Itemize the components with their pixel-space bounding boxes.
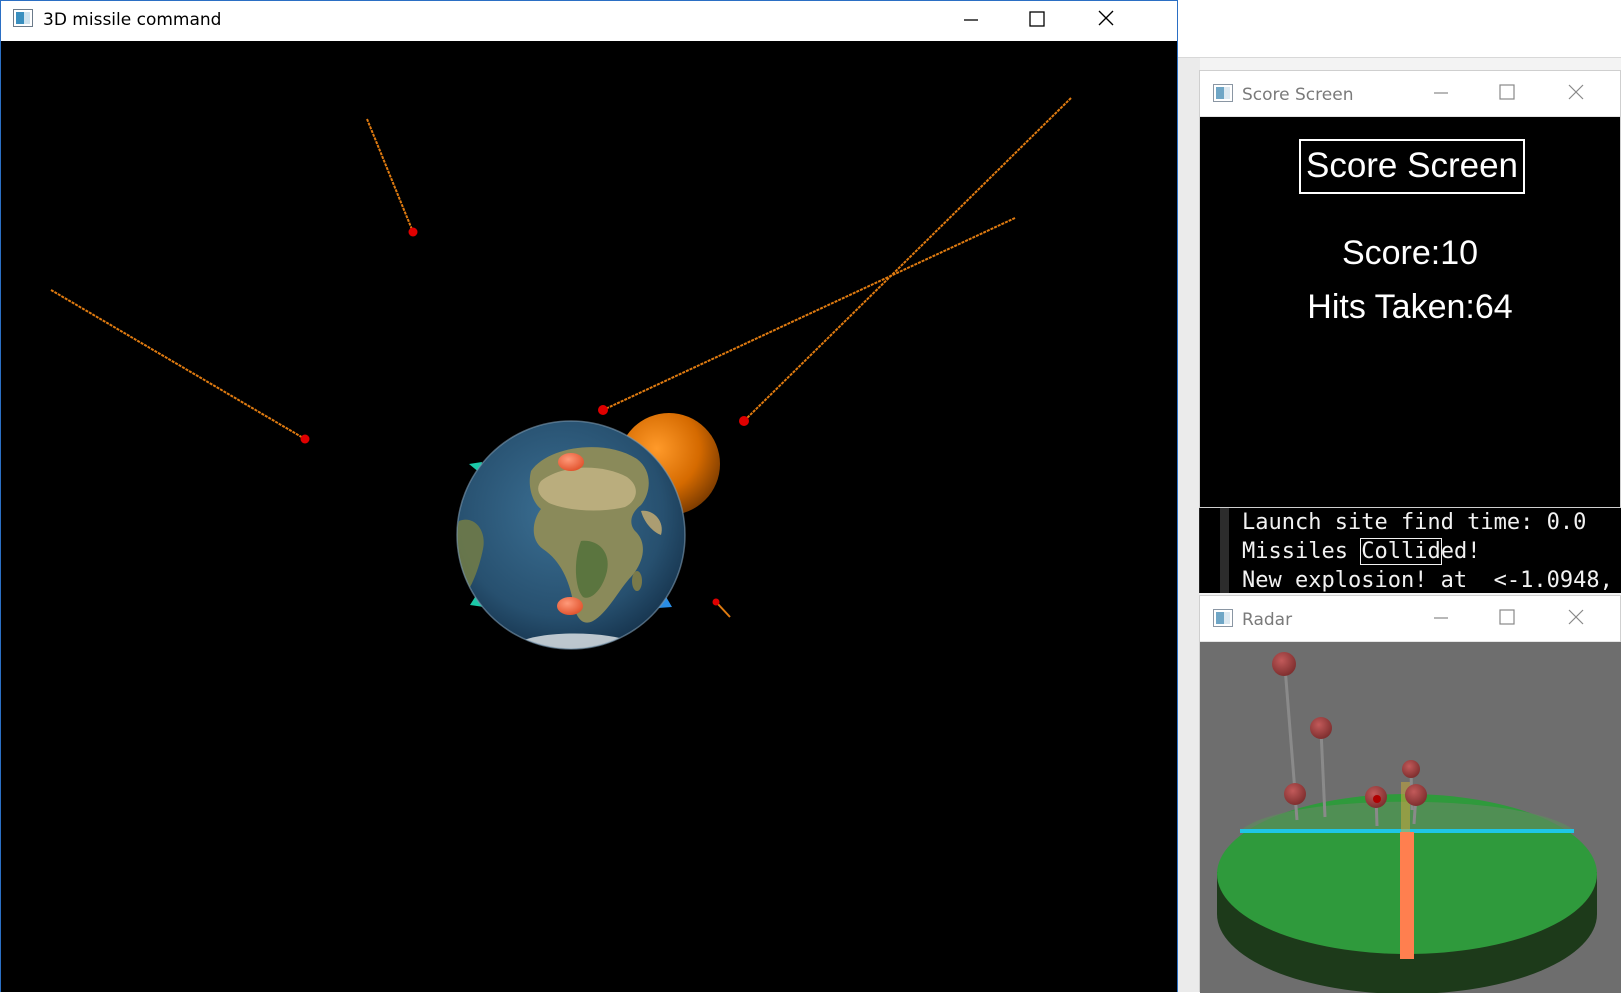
missile-warhead bbox=[598, 405, 608, 415]
missile-warhead bbox=[739, 416, 749, 426]
maximize-icon[interactable] bbox=[1028, 10, 1046, 28]
app-window-icon bbox=[1213, 609, 1233, 627]
console-line: Launch site find time: 0.0 bbox=[1242, 510, 1587, 535]
missile-trail bbox=[50, 289, 306, 440]
game-viewport[interactable] bbox=[1, 41, 1177, 992]
score-screen-heading: Score Screen bbox=[1299, 139, 1525, 194]
console-output: Launch site find time: 0.0 Missiles Colli… bbox=[1199, 508, 1621, 593]
console-scroll-gutter bbox=[1220, 508, 1229, 593]
console-lines: Launch site find time: 0.0 Missiles Colli… bbox=[1242, 508, 1613, 595]
maximize-icon[interactable] bbox=[1498, 608, 1516, 626]
app-window-icon bbox=[13, 9, 33, 27]
radar-window: Radar bbox=[1199, 595, 1621, 994]
missile-warhead bbox=[712, 598, 720, 606]
radar-sweep-beam bbox=[1400, 832, 1414, 959]
background-gutter bbox=[1178, 58, 1200, 992]
radar-window-title: Radar bbox=[1242, 610, 1293, 630]
target-blob bbox=[557, 597, 583, 615]
minimize-icon[interactable] bbox=[1432, 609, 1450, 627]
close-icon[interactable] bbox=[1097, 9, 1115, 27]
console-selected-text: Collid bbox=[1360, 538, 1442, 565]
maximize-icon[interactable] bbox=[1498, 83, 1516, 101]
app-window-icon bbox=[1213, 84, 1233, 102]
score-window-title: Score Screen bbox=[1242, 85, 1354, 105]
missile-trail bbox=[716, 602, 731, 618]
minimize-icon[interactable] bbox=[1432, 84, 1450, 102]
close-icon[interactable] bbox=[1567, 608, 1585, 626]
score-value: Score:10 bbox=[1341, 234, 1479, 272]
hits-taken-value: Hits Taken:64 bbox=[1307, 288, 1513, 326]
missile-warhead bbox=[408, 227, 418, 237]
console-line: Missiles Collided! bbox=[1242, 537, 1613, 566]
score-window: Score Screen Score Screen Score:10 Hits … bbox=[1199, 70, 1621, 508]
main-titlebar[interactable]: 3D missile command bbox=[1, 1, 1177, 41]
console-line: New explosion! at <-1.0948, bbox=[1242, 568, 1613, 593]
target-blob bbox=[558, 453, 584, 471]
console-text: Missiles bbox=[1242, 539, 1362, 564]
missile-warhead bbox=[300, 434, 310, 444]
main-game-window: 3D missile command bbox=[0, 0, 1178, 992]
missile-trail bbox=[366, 118, 414, 233]
background-window-edge bbox=[1178, 0, 1621, 58]
score-panel: Score Screen Score:10 Hits Taken:64 bbox=[1200, 117, 1620, 507]
score-titlebar[interactable]: Score Screen bbox=[1200, 71, 1620, 117]
minimize-icon[interactable] bbox=[962, 11, 980, 29]
main-window-title: 3D missile command bbox=[43, 10, 222, 30]
console-text: ed! bbox=[1440, 539, 1481, 564]
missile-trail bbox=[743, 97, 1072, 422]
radar-viewport[interactable] bbox=[1200, 642, 1621, 994]
missile-trail bbox=[602, 217, 1016, 411]
radar-titlebar[interactable]: Radar bbox=[1200, 596, 1620, 642]
close-icon[interactable] bbox=[1567, 83, 1585, 101]
